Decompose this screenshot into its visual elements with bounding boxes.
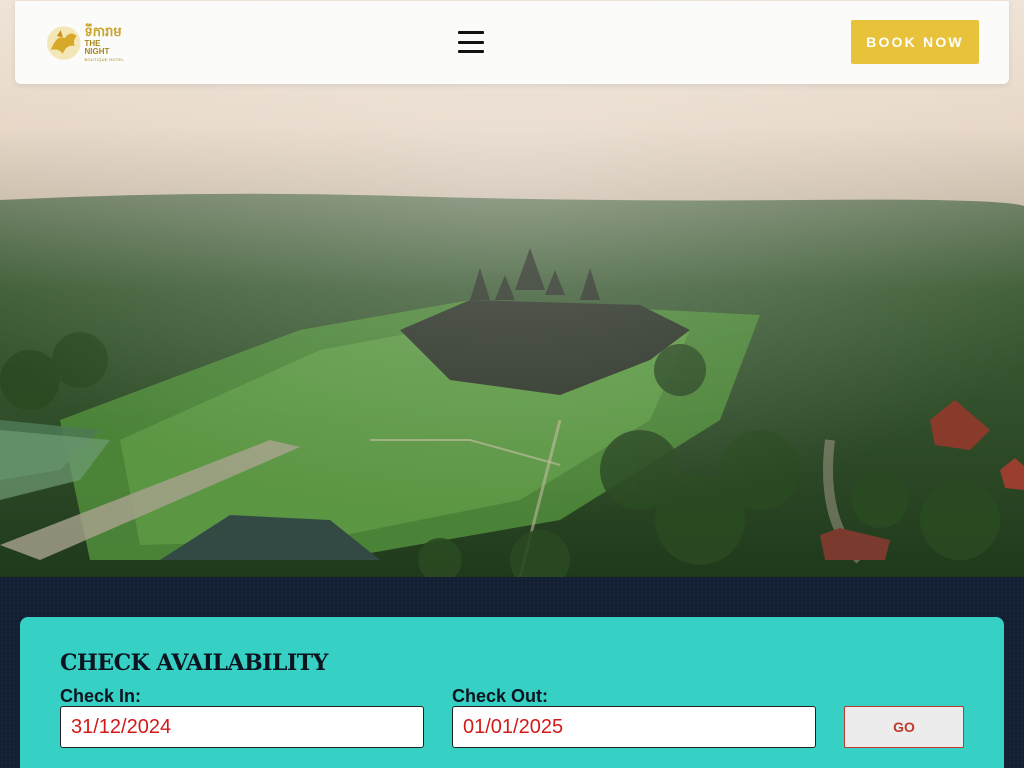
check-out-date-input[interactable]: [452, 706, 816, 748]
check-out-label: Check Out:: [452, 686, 549, 706]
booking-section: CHECK AVAILABILITY Check In: Check Out: …: [0, 577, 1024, 768]
check-in-date-input[interactable]: [60, 706, 424, 748]
check-in-label: Check In:: [60, 686, 142, 706]
hamburger-line: [458, 40, 484, 44]
logo-khmer-text: ទីការាម: [84, 23, 122, 39]
book-now-button[interactable]: BOOK NOW: [851, 20, 979, 64]
availability-panel: CHECK AVAILABILITY Check In: Check Out: …: [20, 617, 1004, 768]
hamburger-line: [458, 50, 484, 53]
hero-landscape-image: [0, 0, 1024, 577]
logo-emblem-icon: [46, 26, 81, 60]
availability-title: CHECK AVAILABILITY: [60, 650, 328, 676]
go-button[interactable]: GO: [844, 706, 964, 748]
hotel-logo[interactable]: ទីការាម THE NIGHT BOUTIQUE HOTEL: [45, 23, 127, 63]
hero-banner: [0, 0, 1024, 577]
hamburger-line: [458, 31, 484, 34]
site-header: ទីការាម THE NIGHT BOUTIQUE HOTEL BOOK NO…: [15, 1, 1009, 84]
menu-hamburger-icon[interactable]: [458, 31, 484, 53]
logo-name-text: THE NIGHT: [84, 38, 110, 56]
logo-subtitle-text: BOUTIQUE HOTEL: [84, 56, 125, 62]
